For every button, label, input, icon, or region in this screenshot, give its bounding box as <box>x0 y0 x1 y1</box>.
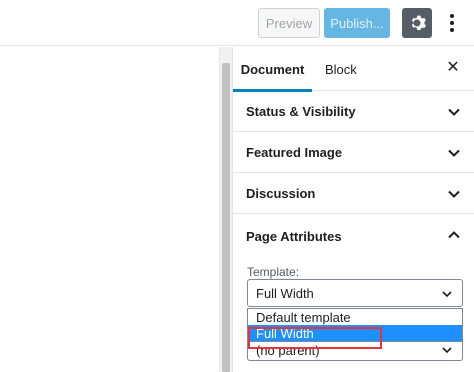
panel-title: Page Attributes <box>246 228 342 244</box>
template-select-value: Full Width <box>256 285 314 301</box>
panel-featured-image[interactable]: Featured Image <box>233 132 474 173</box>
panel-title: Status & Visibility <box>246 103 356 119</box>
scrollbar-thumb[interactable] <box>222 63 230 372</box>
editor-scrollbar[interactable] <box>219 47 232 372</box>
highlight-annotation <box>248 327 382 349</box>
sidebar-tabs: Document Block ✕ <box>233 47 474 92</box>
template-label: Template: <box>247 265 300 279</box>
chevron-down-icon <box>448 149 460 157</box>
panel-page-attributes: Page Attributes Template: Full Width (no… <box>233 214 474 369</box>
settings-sidebar: Document Block ✕ Status & Visibility Fea… <box>232 47 474 372</box>
gear-icon <box>411 15 426 30</box>
chevron-up-icon <box>448 231 460 239</box>
panel-title: Featured Image <box>246 144 343 160</box>
preview-button[interactable]: Preview <box>258 8 320 38</box>
panel-discussion[interactable]: Discussion <box>233 173 474 214</box>
template-select[interactable]: Full Width <box>247 279 463 307</box>
close-icon[interactable]: ✕ <box>444 59 462 77</box>
chevron-down-icon <box>448 190 460 198</box>
template-option-default[interactable]: Default template <box>248 309 462 325</box>
top-toolbar: Preview Publish... <box>0 0 474 46</box>
panel-title: Discussion <box>246 185 316 201</box>
tab-document[interactable]: Document <box>233 47 312 92</box>
template-dropdown-list: Default template Full Width <box>247 308 463 349</box>
publish-button[interactable]: Publish... <box>324 8 390 38</box>
chevron-down-icon <box>448 108 460 116</box>
tab-block[interactable]: Block <box>325 47 357 91</box>
more-options-button[interactable] <box>447 11 457 35</box>
settings-button[interactable] <box>402 8 432 38</box>
chevron-down-icon <box>442 291 452 298</box>
more-vertical-icon <box>450 14 454 18</box>
editor-canvas[interactable] <box>0 47 219 372</box>
panel-status-visibility[interactable]: Status & Visibility <box>233 91 474 132</box>
panel-page-attributes-header[interactable]: Page Attributes <box>233 214 474 258</box>
chevron-down-icon <box>442 347 452 354</box>
